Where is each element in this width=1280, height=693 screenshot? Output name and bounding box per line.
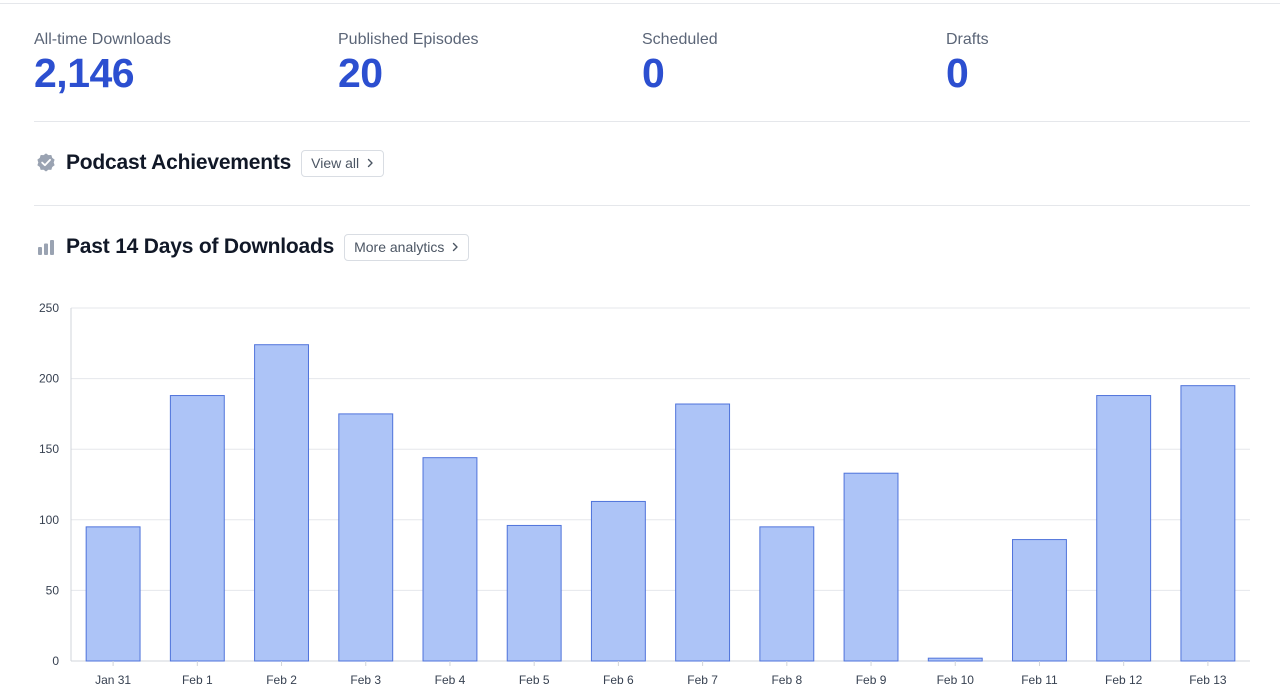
bar-feb-9[interactable] bbox=[843, 472, 899, 662]
verified-badge-icon bbox=[34, 151, 58, 175]
stat-value: 2,146 bbox=[34, 50, 135, 96]
x-tick-label: Feb 9 bbox=[856, 673, 887, 687]
bar-feb-11[interactable] bbox=[1012, 539, 1067, 662]
bar-feb-8[interactable] bbox=[759, 526, 815, 662]
x-tick-label: Feb 10 bbox=[937, 673, 975, 687]
y-tick-label: 150 bbox=[39, 442, 59, 456]
more-analytics-label: More analytics bbox=[354, 239, 445, 255]
downloads-header: Past 14 Days of Downloads More analytics bbox=[34, 232, 470, 262]
x-tick-label: Feb 11 bbox=[1021, 673, 1058, 687]
bar-feb-4[interactable] bbox=[422, 457, 478, 662]
stat-value: 0 bbox=[642, 50, 665, 96]
stat-all-time-downloads: All-time Downloads 2,146 bbox=[34, 30, 324, 95]
bar-feb-1[interactable] bbox=[169, 395, 225, 662]
x-tick-label: Feb 1 bbox=[182, 673, 213, 687]
x-tick-label: Feb 3 bbox=[350, 673, 381, 687]
x-tick-label: Feb 7 bbox=[687, 673, 718, 687]
x-tick-label: Jan 31 bbox=[95, 673, 131, 687]
stat-label: Scheduled bbox=[642, 31, 718, 48]
bar-feb-13[interactable] bbox=[1180, 385, 1236, 662]
stat-published-episodes: Published Episodes 20 bbox=[338, 30, 628, 95]
bar-feb-3[interactable] bbox=[338, 413, 394, 662]
bar-jan-31[interactable] bbox=[85, 526, 141, 662]
view-all-button[interactable]: View all bbox=[301, 149, 385, 177]
chevron-right-icon bbox=[451, 242, 459, 252]
stat-scheduled: Scheduled 0 bbox=[642, 30, 932, 95]
bar-feb-7[interactable] bbox=[675, 403, 731, 662]
stat-label: Published Episodes bbox=[338, 31, 479, 48]
section-divider bbox=[34, 121, 1250, 122]
stat-label: All-time Downloads bbox=[34, 31, 171, 48]
y-tick-label: 200 bbox=[39, 372, 59, 386]
chevron-right-icon bbox=[366, 158, 374, 168]
bar-feb-5[interactable] bbox=[506, 524, 562, 662]
y-tick-label: 0 bbox=[52, 654, 59, 668]
y-tick-label: 100 bbox=[39, 513, 59, 527]
stats-row: All-time Downloads 2,146 Published Episo… bbox=[34, 30, 1250, 100]
x-tick-label: Feb 12 bbox=[1105, 673, 1143, 687]
x-tick-label: Feb 4 bbox=[435, 673, 466, 687]
downloads-title: Past 14 Days of Downloads bbox=[66, 235, 335, 258]
x-tick-label: Feb 13 bbox=[1189, 673, 1227, 687]
y-tick-label: 250 bbox=[39, 301, 59, 315]
bar-feb-6[interactable] bbox=[590, 500, 646, 662]
x-tick-label: Feb 6 bbox=[603, 673, 634, 687]
section-divider bbox=[34, 205, 1250, 206]
more-analytics-button[interactable]: More analytics bbox=[344, 233, 470, 261]
top-divider bbox=[0, 3, 1280, 4]
achievements-title: Podcast Achievements bbox=[66, 151, 292, 174]
x-tick-label: Feb 8 bbox=[771, 673, 802, 687]
y-tick-label: 50 bbox=[46, 583, 60, 597]
stat-value: 20 bbox=[338, 50, 383, 96]
x-tick-label: Feb 2 bbox=[266, 673, 297, 687]
bar-chart-icon bbox=[34, 235, 58, 259]
stat-value: 0 bbox=[946, 50, 969, 96]
x-tick-label: Feb 5 bbox=[519, 673, 550, 687]
stat-label: Drafts bbox=[946, 31, 989, 48]
achievements-header: Podcast Achievements View all bbox=[34, 148, 385, 178]
view-all-label: View all bbox=[311, 155, 360, 171]
downloads-bar-chart: 0 50 100 150 200 250 Jan 31 Feb 1 Feb 2 Feb 3 Feb … bbox=[39, 301, 1250, 687]
bar-feb-12[interactable] bbox=[1096, 395, 1152, 662]
bar-feb-2[interactable] bbox=[254, 344, 309, 662]
stat-drafts: Drafts 0 bbox=[946, 30, 1236, 95]
bar-feb-10[interactable] bbox=[927, 657, 983, 662]
